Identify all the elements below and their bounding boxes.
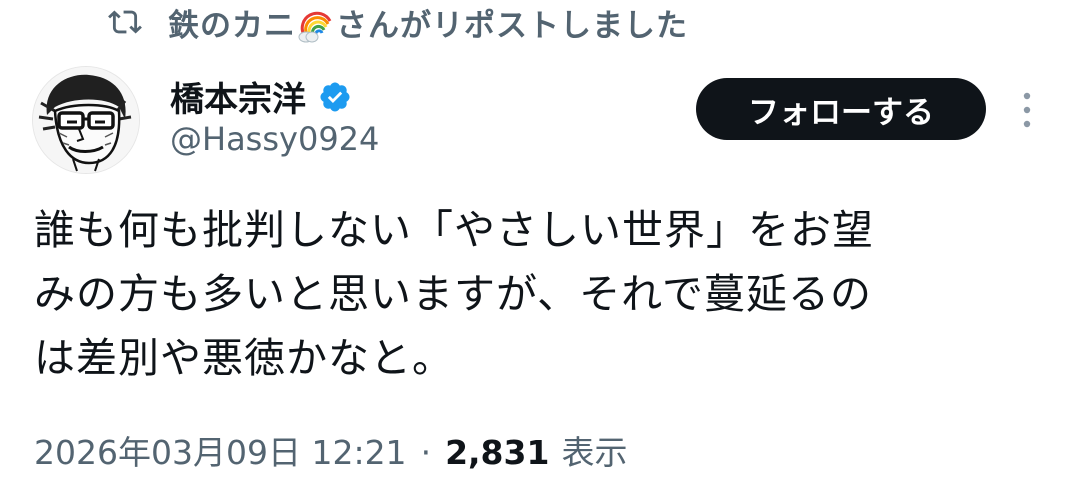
author-handle[interactable]: @Hassy0924 — [170, 120, 379, 158]
author-display-name[interactable]: 橋本宗洋 — [170, 72, 306, 121]
repost-suffix: さんがリポストしました — [336, 7, 688, 44]
tweet-line: 誰も何も批判しない「やさしい世界」をお望 — [34, 206, 874, 254]
author-name-row[interactable]: 橋本宗洋 — [170, 72, 352, 121]
views-count[interactable]: 2,831 — [445, 433, 549, 472]
repost-label: 鉄のカニ さんがリポストしました — [168, 0, 688, 45]
verified-badge-icon — [320, 81, 350, 112]
reposter-name: 鉄のカニ — [168, 7, 296, 44]
meta-separator: · — [420, 433, 432, 472]
repost-context[interactable]: 鉄のカニ さんがリポストしました — [108, 0, 688, 45]
tweet-line: は差別や悪徳かなと。 — [34, 334, 454, 382]
more-vertical-icon[interactable] — [1016, 90, 1038, 130]
tweet-text: 誰も何も批判しない「やさしい世界」をお望 みの方も多いと思いますが、それで蔓延る… — [34, 198, 1044, 390]
rainbow-cloud-emoji — [298, 11, 332, 43]
tweet-line: みの方も多いと思いますが、それで蔓延るの — [34, 270, 872, 318]
tweet-timestamp[interactable]: 2026年03月09日 12:21 — [34, 426, 407, 474]
avatar[interactable] — [32, 66, 140, 174]
avatar-illustration — [33, 67, 139, 173]
repost-icon — [108, 10, 142, 34]
views-label[interactable]: 表示 — [561, 426, 627, 474]
tweet-meta: 2026年03月09日 12:21 · 2,831 表示 — [34, 426, 627, 474]
follow-button[interactable]: フォローする — [696, 78, 986, 140]
